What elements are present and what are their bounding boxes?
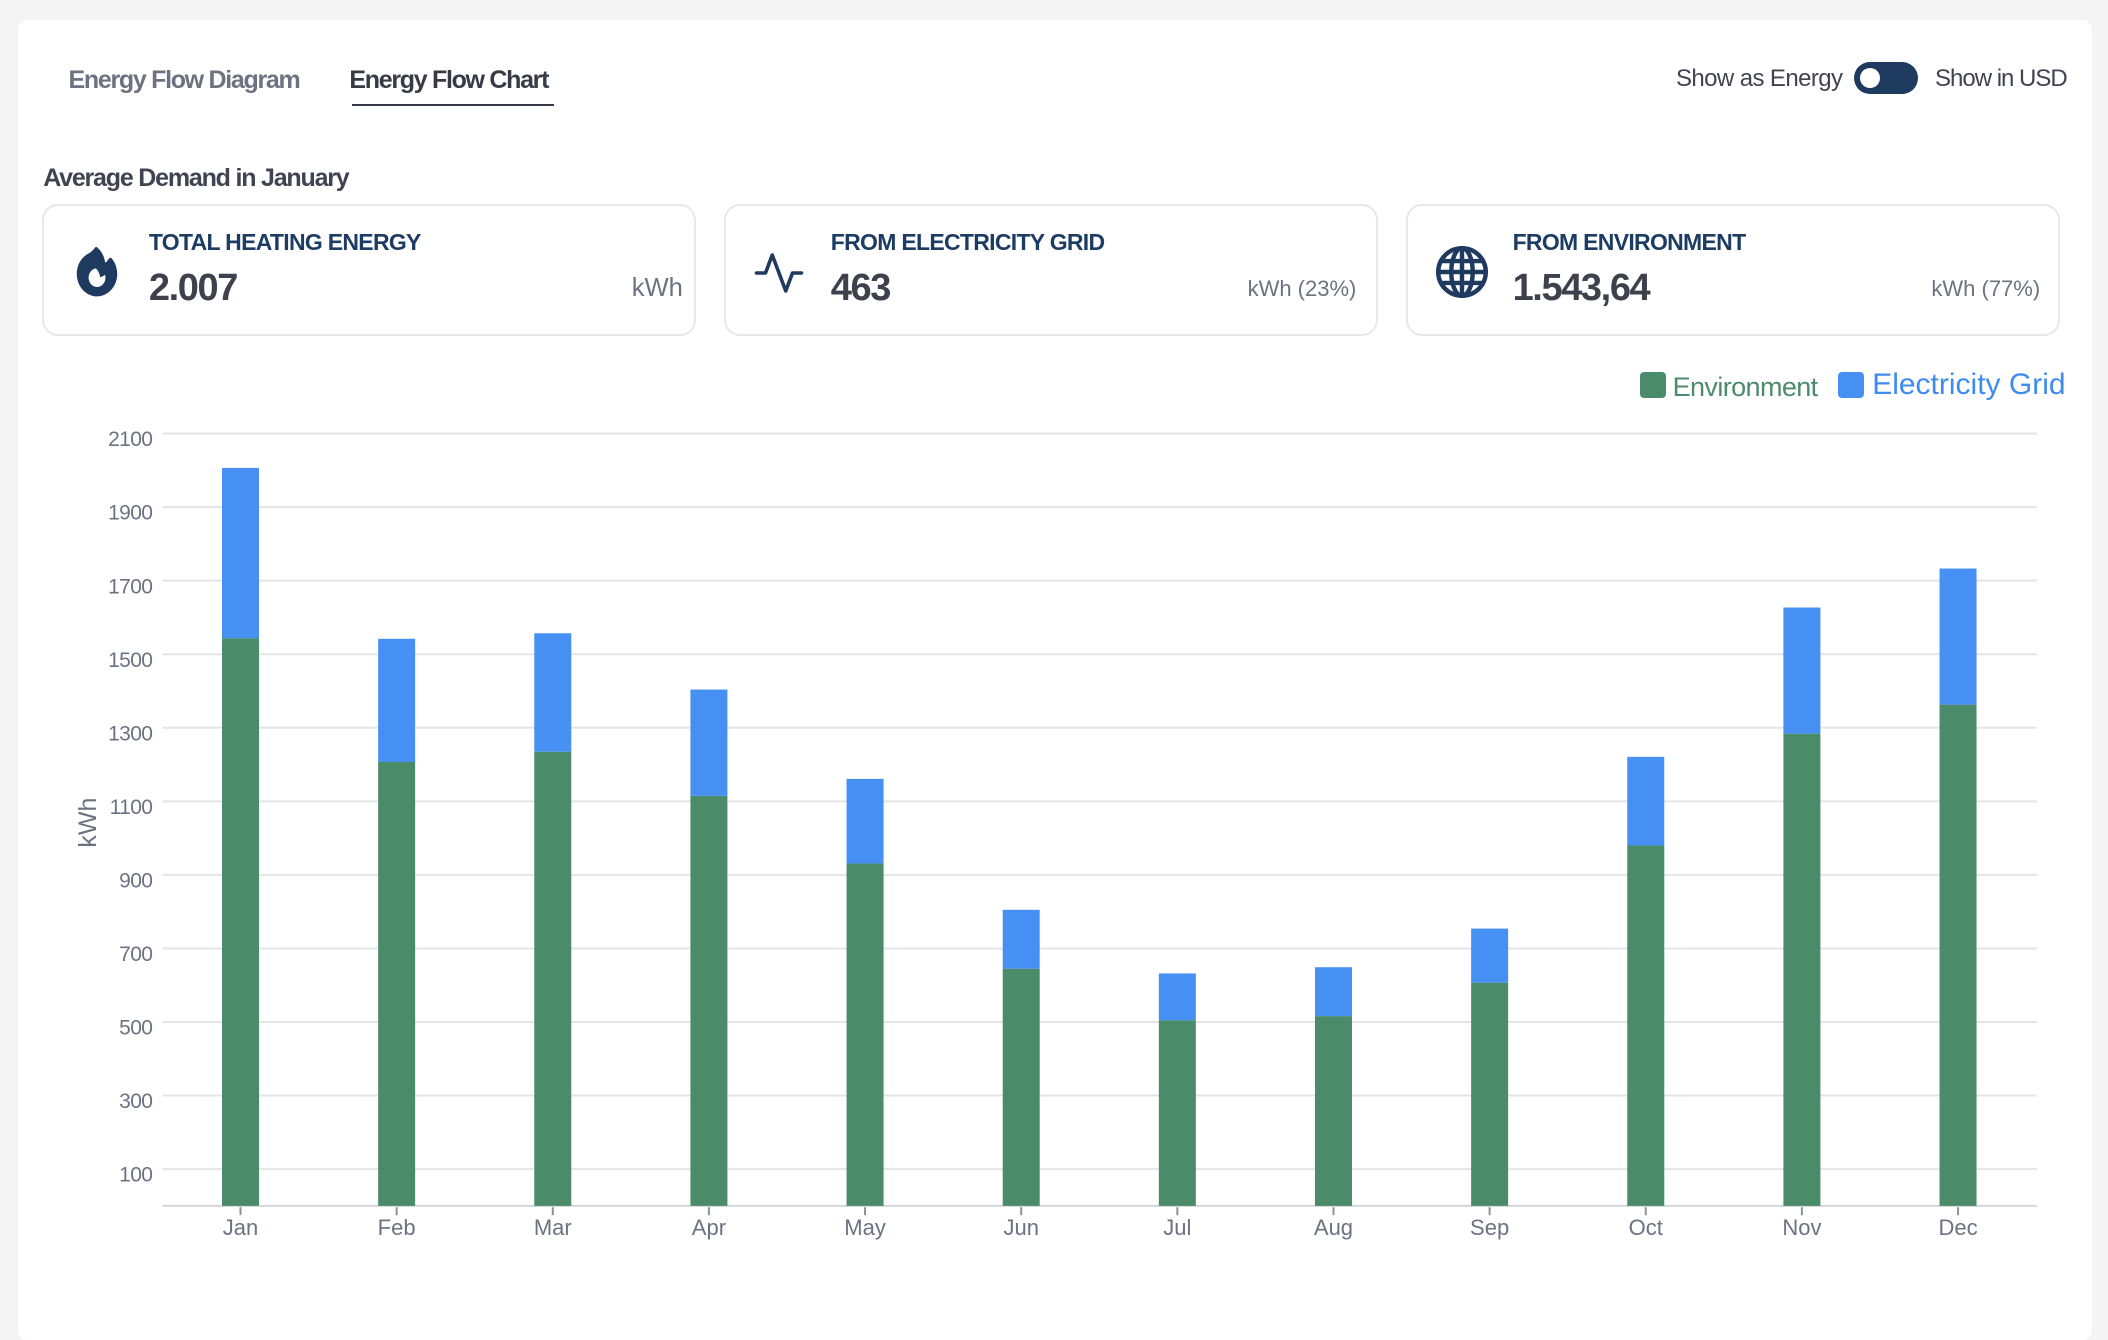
svg-text:Aug: Aug — [1314, 1215, 1353, 1240]
svg-text:Jun: Jun — [1003, 1215, 1038, 1240]
svg-text:2100: 2100 — [108, 428, 152, 451]
svg-text:Sep: Sep — [1470, 1215, 1509, 1240]
svg-text:May: May — [844, 1215, 886, 1240]
svg-text:100: 100 — [119, 1164, 152, 1187]
svg-text:Mar: Mar — [534, 1215, 572, 1240]
svg-text:Nov: Nov — [1782, 1215, 1821, 1240]
svg-text:300: 300 — [119, 1090, 152, 1113]
svg-text:1300: 1300 — [108, 722, 152, 745]
svg-text:700: 700 — [119, 943, 152, 966]
svg-text:1500: 1500 — [108, 649, 152, 672]
svg-text:Jan: Jan — [223, 1215, 258, 1240]
svg-text:kWh: kWh — [74, 798, 102, 848]
svg-text:900: 900 — [119, 870, 152, 893]
svg-text:Dec: Dec — [1938, 1215, 1977, 1240]
svg-text:Feb: Feb — [378, 1215, 416, 1240]
svg-text:Apr: Apr — [692, 1215, 726, 1240]
svg-text:1100: 1100 — [110, 796, 153, 819]
svg-text:Oct: Oct — [1629, 1215, 1663, 1240]
svg-text:Jul: Jul — [1163, 1215, 1191, 1240]
svg-text:500: 500 — [119, 1017, 152, 1040]
svg-text:1900: 1900 — [108, 502, 152, 525]
svg-text:1700: 1700 — [108, 575, 152, 598]
